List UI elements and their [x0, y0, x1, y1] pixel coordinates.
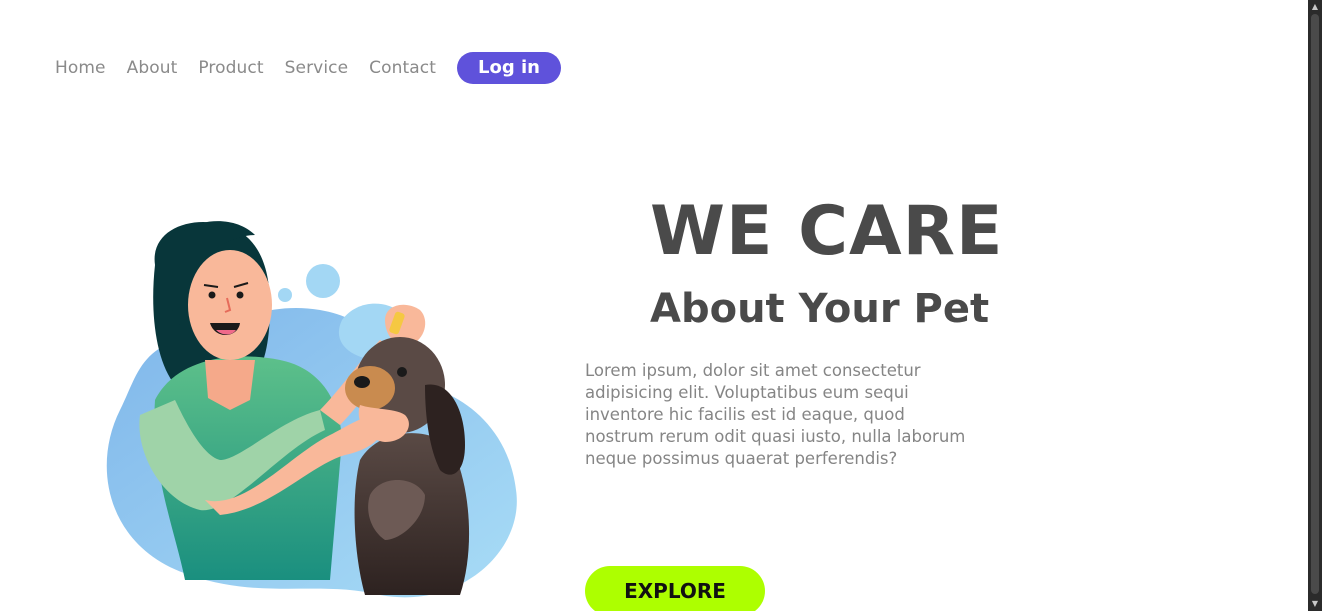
nav-link-contact[interactable]: Contact: [369, 58, 436, 78]
explore-button[interactable]: EXPLORE: [585, 566, 765, 611]
chevron-up-icon[interactable]: ▲: [1308, 0, 1322, 14]
hero-paragraph: Lorem ipsum, dolor sit amet consectetur …: [585, 361, 966, 468]
chevron-down-icon[interactable]: ▼: [1308, 597, 1322, 611]
nav-link-about[interactable]: About: [127, 58, 178, 78]
vertical-scrollbar[interactable]: ▲ ▼: [1308, 0, 1322, 611]
nav-link-home[interactable]: Home: [55, 58, 106, 78]
main-nav: Home About Product Service Contact Log i…: [55, 52, 561, 84]
woman-grooming-dog-illustration: [80, 210, 540, 611]
nav-link-product[interactable]: Product: [198, 58, 263, 78]
nav-link-service[interactable]: Service: [285, 58, 349, 78]
login-button[interactable]: Log in: [457, 52, 561, 84]
scrollbar-thumb[interactable]: [1311, 14, 1319, 594]
landing-page: Home About Product Service Contact Log i…: [0, 0, 1322, 611]
hero-title: WE CARE: [650, 192, 1004, 271]
hero-subtitle: About Your Pet: [650, 286, 990, 332]
